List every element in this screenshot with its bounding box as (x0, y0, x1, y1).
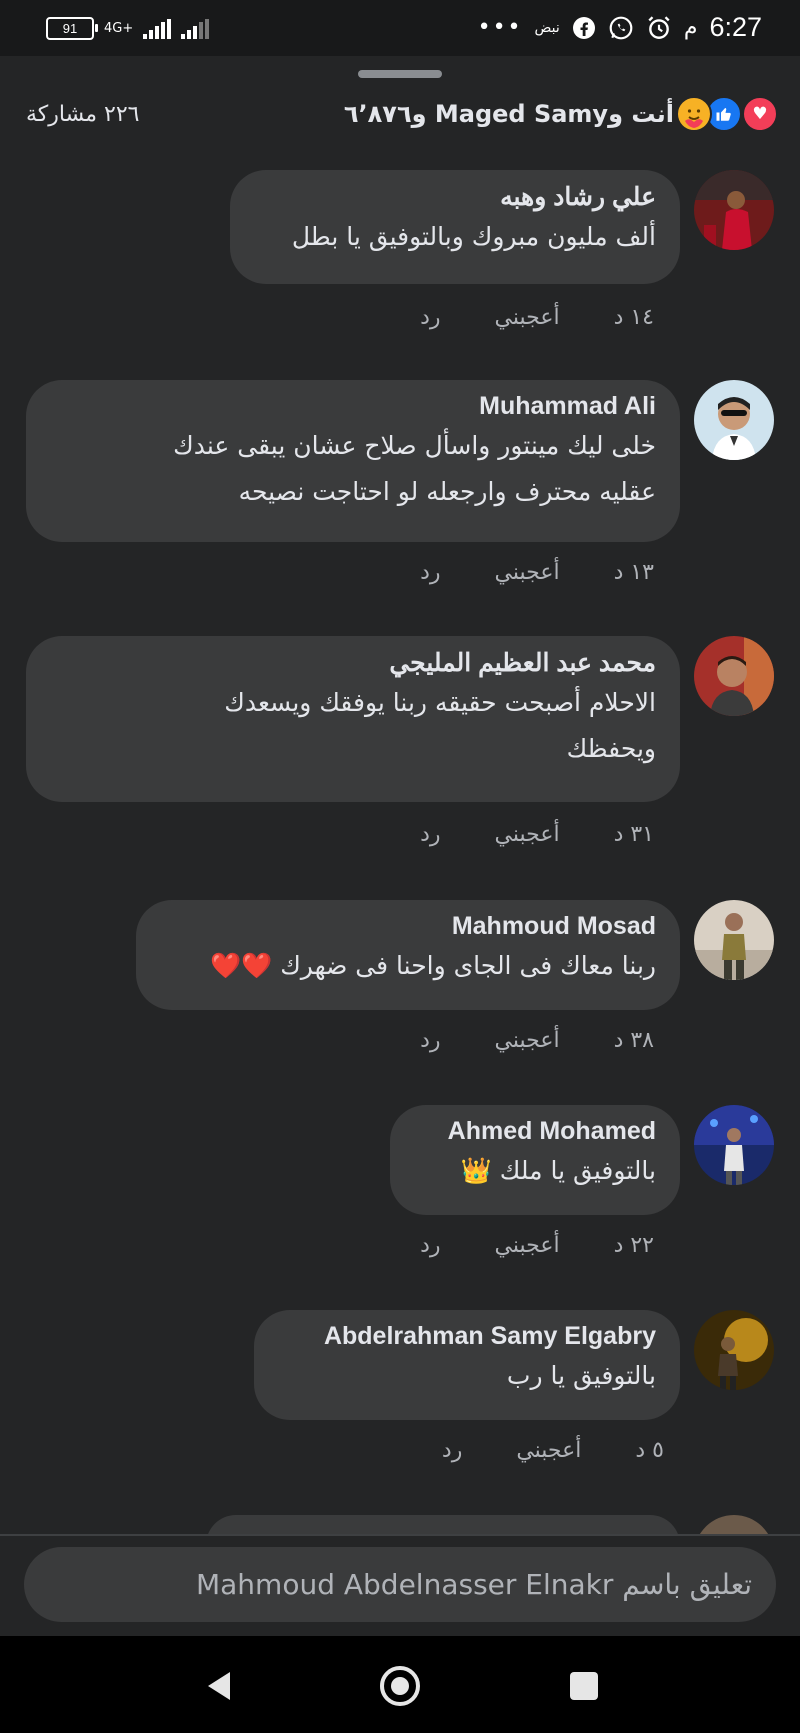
comment-actions: ٥ د أعجبني رد (442, 1438, 664, 1463)
comment-text: بالتوفيق يا رب (506, 1361, 656, 1390)
reactions-text: أنت وMaged Samy و٦٬٨٧٦ (343, 100, 674, 128)
comment-bubble[interactable]: Ahmed Mohamed بالتوفيق يا ملك 👑 (390, 1105, 680, 1215)
comment-composer[interactable] (24, 1547, 776, 1622)
reactions-row[interactable]: ♥ أنت وMaged Samy و٦٬٨٧٦ ٢٢٦ مشاركة (0, 92, 800, 140)
signal-2-icon (181, 18, 210, 39)
reactions-summary[interactable]: ♥ أنت وMaged Samy و٦٬٨٧٦ (344, 96, 778, 132)
comment-actions: ٣١ د أعجبني رد (420, 822, 654, 847)
comment-text: الاحلام أصبحت حقيقه ربنا يوفقك ويسعدك (224, 688, 656, 717)
comment-text: بالتوفيق يا ملك 👑 (460, 1156, 656, 1185)
comment-actions: ٣٨ د أعجبني رد (420, 1028, 654, 1053)
status-label: نبض (534, 19, 560, 36)
comment-input[interactable] (24, 1547, 776, 1622)
avatar[interactable] (694, 1515, 774, 1535)
comment-bubble[interactable] (206, 1515, 680, 1535)
comment-text: ربنا معاك فى الجاى واحنا فى ضهرك ❤️❤️ (210, 951, 656, 980)
avatar[interactable] (694, 170, 774, 250)
reply-button[interactable]: رد (420, 822, 440, 847)
comment-actions: ٢٢ د أعجبني رد (420, 1233, 654, 1258)
comment-author[interactable]: Mahmoud Mosad (160, 912, 656, 941)
reply-button[interactable]: رد (420, 1028, 440, 1053)
comment-partial (0, 1515, 774, 1535)
avatar[interactable] (694, 1310, 774, 1390)
network-type: 4G+ (104, 20, 134, 36)
sheet-drag-handle[interactable] (358, 70, 442, 78)
comment-actions: ١٣ د أعجبني رد (420, 560, 654, 585)
comment-time: ١٤ د (613, 305, 654, 330)
reply-button[interactable]: رد (420, 305, 440, 330)
back-icon[interactable] (200, 1666, 240, 1706)
signal-icon (143, 18, 172, 39)
comment-author[interactable]: Muhammad Ali (50, 392, 656, 421)
comment-author[interactable]: علي رشاد وهبه (254, 182, 656, 212)
home-icon[interactable] (378, 1664, 422, 1708)
comment-text: خلى ليك مينتور واسأل صلاح عشان يبقى عندك (173, 431, 656, 460)
avatar[interactable] (694, 636, 774, 716)
like-button[interactable]: أعجبني (495, 1028, 560, 1053)
reply-button[interactable]: رد (420, 1233, 440, 1258)
like-button[interactable]: أعجبني (495, 305, 560, 330)
avatar[interactable] (694, 900, 774, 980)
comment-author[interactable]: محمد عبد العظيم المليجي (50, 648, 656, 678)
facebook-icon (572, 16, 595, 39)
status-bar: 91 4G+ ••• نبض م 6:27 (0, 0, 800, 56)
comment-time: ٥ د (635, 1438, 664, 1463)
shares-count[interactable]: ٢٢٦ مشاركة (26, 102, 139, 127)
comment-text-line-2: ويحفظك (566, 734, 656, 763)
avatar[interactable] (694, 1105, 774, 1185)
comment-time: ٣٨ د (613, 1028, 654, 1053)
avatar[interactable] (694, 380, 774, 460)
like-button[interactable]: أعجبني (495, 560, 560, 585)
like-button[interactable]: أعجبني (495, 822, 560, 847)
comment-text-line-2: عقليه محترف وارجعله لو احتاجت نصيحه (238, 477, 656, 506)
reply-button[interactable]: رد (442, 1438, 462, 1463)
like-button[interactable]: أعجبني (495, 1233, 560, 1258)
comment-bubble[interactable]: Mahmoud Mosad ربنا معاك فى الجاى واحنا ف… (136, 900, 680, 1010)
whatsapp-icon (609, 16, 633, 39)
comment-bubble[interactable]: Abdelrahman Samy Elgabry بالتوفيق يا رب (254, 1310, 680, 1420)
care-reaction-icon (676, 96, 712, 132)
status-right: ••• نبض م 6:27 (478, 12, 762, 43)
reply-button[interactable]: رد (420, 560, 440, 585)
comment-text: ألف مليون مبروك وبالتوفيق يا بطل (291, 222, 656, 251)
recents-icon[interactable] (564, 1666, 604, 1706)
alarm-icon (648, 15, 670, 39)
comment-author[interactable]: Abdelrahman Samy Elgabry (278, 1322, 656, 1351)
battery-level: 91 (62, 21, 78, 36)
status-left: 91 4G+ (46, 17, 210, 40)
comment-bubble[interactable]: علي رشاد وهبه ألف مليون مبروك وبالتوفيق … (230, 170, 680, 284)
comment-time: ٢٢ د (613, 1233, 654, 1258)
status-time: 6:27 (709, 12, 762, 42)
battery-icon: 91 (46, 17, 98, 40)
comment-bubble[interactable]: محمد عبد العظيم المليجي الاحلام أصبحت حق… (26, 636, 680, 802)
comment-time: ١٣ د (613, 560, 654, 585)
system-nav-bar (0, 1636, 800, 1733)
comment-author[interactable]: Ahmed Mohamed (414, 1117, 656, 1146)
composer-divider (0, 1534, 800, 1536)
comment-time: ٣١ د (613, 822, 654, 847)
more-notifications-icon: ••• (477, 15, 523, 40)
status-ampm: م (683, 15, 698, 40)
love-reaction-icon: ♥ (742, 96, 778, 132)
comment-actions: ١٤ د أعجبني رد (420, 305, 654, 330)
like-button[interactable]: أعجبني (516, 1438, 581, 1463)
comment-bubble[interactable]: Muhammad Ali خلى ليك مينتور واسأل صلاح ع… (26, 380, 680, 542)
